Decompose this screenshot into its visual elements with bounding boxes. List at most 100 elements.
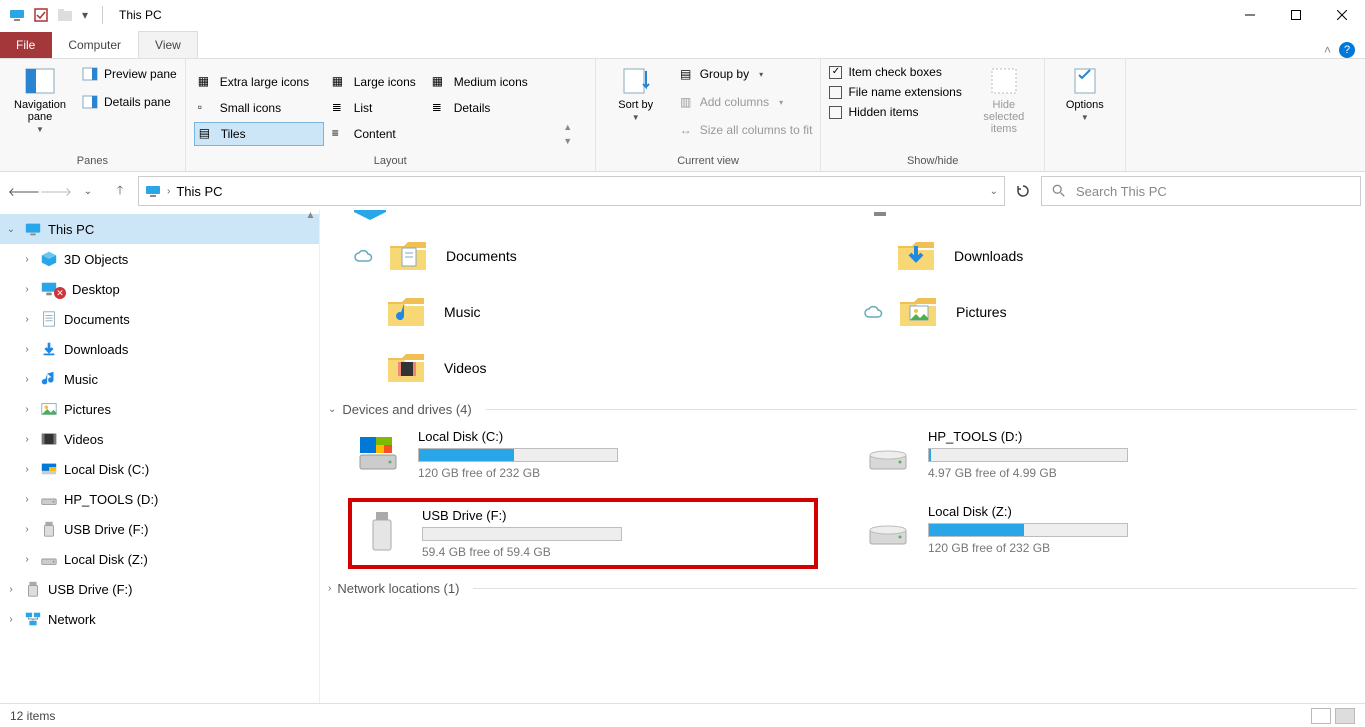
layout-details[interactable]: ≣Details bbox=[428, 96, 558, 120]
drive-item[interactable]: Local Disk (Z:)120 GB free of 232 GB bbox=[858, 498, 1328, 569]
chevron-right-icon[interactable]: › bbox=[167, 186, 170, 197]
tree-item[interactable]: ›3D Objects bbox=[0, 244, 319, 274]
newfolder-qat-icon[interactable] bbox=[56, 6, 74, 24]
chevron-right-icon[interactable]: › bbox=[20, 284, 34, 295]
chevron-right-icon[interactable]: › bbox=[20, 314, 34, 325]
tab-computer[interactable]: Computer bbox=[52, 32, 138, 58]
tree-item-label: Pictures bbox=[64, 402, 111, 417]
refresh-button[interactable] bbox=[1009, 177, 1037, 205]
forward-button[interactable]: 🡒 bbox=[42, 177, 70, 205]
layout-medium[interactable]: ▦Medium icons bbox=[428, 70, 558, 94]
tree-network[interactable]: ›Network bbox=[0, 604, 319, 634]
folder-item[interactable]: Downloads bbox=[894, 234, 1023, 278]
file-ext-toggle[interactable]: File name extensions bbox=[829, 85, 961, 99]
chevron-down-icon[interactable]: ⌄ bbox=[4, 224, 18, 235]
layout-content[interactable]: ≡Content bbox=[328, 122, 424, 146]
help-icon[interactable]: ? bbox=[1339, 42, 1355, 58]
tree-item[interactable]: › Pictures bbox=[0, 394, 319, 424]
qat-dropdown-icon[interactable]: ▾ bbox=[80, 6, 90, 24]
up-button[interactable]: 🡑 bbox=[106, 177, 134, 205]
layout-small[interactable]: ▫Small icons bbox=[194, 96, 324, 120]
layout-extra-large[interactable]: ▦Extra large icons bbox=[194, 70, 324, 94]
folder-item[interactable]: Documents bbox=[386, 234, 517, 278]
tree-usb-outer[interactable]: ›USB Drive (F:) bbox=[0, 574, 319, 604]
panes-group-label: Panes bbox=[8, 155, 177, 169]
chevron-right-icon[interactable]: › bbox=[20, 404, 34, 415]
recent-button[interactable]: ⌄ bbox=[74, 177, 102, 205]
tree-item[interactable]: › HP_TOOLS (D:) bbox=[0, 484, 319, 514]
navigation-pane-button[interactable]: Navigation pane ▼ bbox=[8, 63, 72, 134]
group-by-button[interactable]: ▤Group by▾ bbox=[678, 63, 813, 85]
tiles-view-button[interactable] bbox=[1335, 708, 1355, 724]
details-view-button[interactable] bbox=[1311, 708, 1331, 724]
tab-file[interactable]: File bbox=[0, 32, 52, 58]
tree-item[interactable]: › Music bbox=[0, 364, 319, 394]
tree-item-label: Music bbox=[64, 372, 98, 387]
chevron-right-icon[interactable]: › bbox=[20, 554, 34, 565]
drive-item[interactable]: USB Drive (F:)59.4 GB free of 59.4 GB bbox=[348, 498, 818, 569]
chevron-right-icon[interactable]: › bbox=[20, 494, 34, 505]
layout-tiles[interactable]: ▤Tiles bbox=[194, 122, 324, 146]
chevron-down-icon: ⌄ bbox=[328, 404, 336, 415]
chevron-right-icon[interactable]: › bbox=[4, 584, 18, 595]
hidden-items-toggle[interactable]: Hidden items bbox=[829, 105, 961, 119]
tree-item-label: HP_TOOLS (D:) bbox=[64, 492, 158, 507]
storage-bar bbox=[928, 523, 1128, 537]
ribbon-collapse-icon[interactable]: ˄ bbox=[1324, 43, 1331, 57]
close-button[interactable] bbox=[1319, 0, 1365, 30]
tree-item[interactable]: ›Local Disk (Z:) bbox=[0, 544, 319, 574]
list-item[interactable] bbox=[348, 210, 818, 226]
tree-item-label: Downloads bbox=[64, 342, 128, 357]
error-badge-icon: ✕ bbox=[54, 287, 66, 299]
tree-item[interactable]: › Downloads bbox=[0, 334, 319, 364]
back-button[interactable]: 🡐 bbox=[10, 177, 38, 205]
folder-item[interactable]: Pictures bbox=[896, 290, 1007, 334]
address-dropdown-icon[interactable]: ⌄ bbox=[990, 186, 998, 197]
layout-list[interactable]: ≣List bbox=[328, 96, 424, 120]
properties-qat-icon[interactable] bbox=[32, 6, 50, 24]
disk-c-icon bbox=[40, 460, 58, 478]
devices-header[interactable]: ⌄ Devices and drives (4) bbox=[328, 396, 1357, 423]
breadcrumb-this-pc[interactable]: This PC bbox=[176, 184, 222, 199]
drive-item[interactable]: Local Disk (C:)120 GB free of 232 GB bbox=[348, 423, 818, 486]
preview-pane-button[interactable]: Preview pane bbox=[82, 63, 177, 85]
layout-large[interactable]: ▦Large icons bbox=[328, 70, 424, 94]
options-button[interactable]: Options ▼ bbox=[1053, 63, 1117, 122]
hide-selected-button[interactable]: Hide selected items bbox=[972, 63, 1036, 135]
list-item[interactable] bbox=[858, 210, 1328, 226]
drive-item[interactable]: HP_TOOLS (D:)4.97 GB free of 4.99 GB bbox=[858, 423, 1328, 486]
folder-name: Pictures bbox=[956, 304, 1007, 320]
tab-view[interactable]: View bbox=[138, 31, 198, 58]
folder-item[interactable]: Videos bbox=[384, 346, 487, 390]
network-locations-header[interactable]: › Network locations (1) bbox=[328, 575, 1357, 602]
content-area: Documents Downloads Music Pictures Videos ⌄ … bbox=[320, 210, 1365, 703]
tree-item[interactable]: ›Local Disk (C:) bbox=[0, 454, 319, 484]
chevron-right-icon[interactable]: › bbox=[20, 434, 34, 445]
add-columns-button[interactable]: ▥Add columns▾ bbox=[678, 91, 813, 113]
chevron-right-icon[interactable]: › bbox=[20, 524, 34, 535]
tree-item[interactable]: ›Documents bbox=[0, 304, 319, 334]
minimize-button[interactable] bbox=[1227, 0, 1273, 30]
details-pane-button[interactable]: Details pane bbox=[82, 91, 177, 113]
tree-this-pc[interactable]: ⌄This PC bbox=[0, 214, 319, 244]
tree-item[interactable]: ›Videos bbox=[0, 424, 319, 454]
sort-by-button[interactable]: Sort by ▼ bbox=[604, 63, 668, 122]
tree-item[interactable]: ›✕Desktop bbox=[0, 274, 319, 304]
scrollbar-up-icon[interactable]: ▲ bbox=[306, 210, 316, 221]
folder-item[interactable]: Music bbox=[384, 290, 481, 334]
size-all-columns-button[interactable]: ↔Size all columns to fit bbox=[678, 119, 813, 141]
address-field[interactable]: › This PC ⌄ bbox=[138, 176, 1005, 206]
chevron-right-icon[interactable]: › bbox=[20, 254, 34, 265]
tree-item[interactable]: ›USB Drive (F:) bbox=[0, 514, 319, 544]
chevron-right-icon[interactable]: › bbox=[20, 464, 34, 475]
maximize-button[interactable] bbox=[1273, 0, 1319, 30]
chevron-right-icon[interactable]: › bbox=[20, 374, 34, 385]
chevron-right-icon[interactable]: › bbox=[4, 614, 18, 625]
chevron-right-icon[interactable]: › bbox=[20, 344, 34, 355]
search-input[interactable]: Search This PC bbox=[1041, 176, 1361, 206]
item-checkboxes-toggle[interactable]: Item check boxes bbox=[829, 65, 961, 79]
ribbon-tabbar: File Computer View ˄ ? bbox=[0, 30, 1365, 58]
drive-name: Local Disk (C:) bbox=[418, 429, 618, 444]
usb-drive-icon bbox=[358, 508, 406, 556]
search-icon bbox=[1052, 184, 1066, 198]
